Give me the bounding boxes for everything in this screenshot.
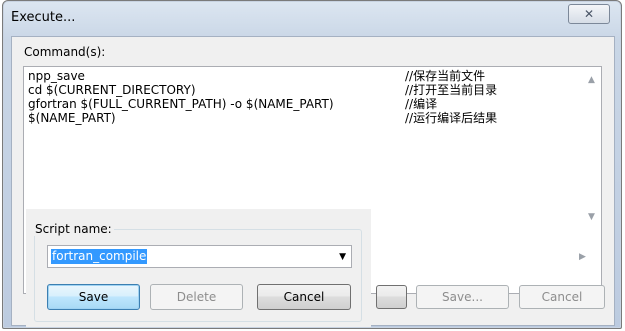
script-name-combobox[interactable]: fortran_compile ▼ — [47, 245, 352, 268]
hidden-button[interactable] — [376, 285, 407, 309]
command-line-2: cd $(CURRENT_DIRECTORY) — [28, 83, 196, 97]
close-icon: ✕ — [583, 7, 595, 21]
scroll-right-icon[interactable]: ▶ — [579, 252, 586, 262]
close-button[interactable]: ✕ — [568, 4, 610, 24]
scroll-down-icon[interactable]: ▼ — [588, 212, 595, 222]
save-script-button[interactable]: Save... — [416, 285, 509, 309]
script-name-dialog: Script name: fortran_compile ▼ Save Dele… — [26, 209, 371, 327]
scroll-up-icon[interactable]: ▲ — [588, 75, 595, 85]
script-name-label: Script name: — [33, 222, 114, 236]
command-comment-4: //运行编译后结果 — [405, 111, 498, 125]
command-comment-1: //保存当前文件 — [405, 69, 486, 83]
command-comment-2: //打开至当前目录 — [405, 83, 498, 97]
cancel-main-button[interactable]: Cancel — [519, 285, 605, 309]
chevron-down-icon[interactable]: ▼ — [339, 252, 346, 262]
command-comment-3: //编译 — [405, 97, 438, 111]
delete-button[interactable]: Delete — [150, 284, 243, 310]
command-line-1: npp_save — [28, 69, 85, 83]
script-name-value: fortran_compile — [51, 249, 148, 264]
vertical-scrollbar[interactable]: ▲ ▼ — [584, 67, 601, 227]
dialog-title: Execute... — [11, 10, 76, 25]
commands-label: Command(s): — [24, 45, 106, 59]
command-line-4: $(NAME_PART) — [28, 111, 116, 125]
cancel-button[interactable]: Cancel — [257, 284, 351, 310]
command-line-3: gfortran $(FULL_CURRENT_PATH) -o $(NAME_… — [28, 97, 334, 111]
save-button[interactable]: Save — [47, 284, 140, 310]
